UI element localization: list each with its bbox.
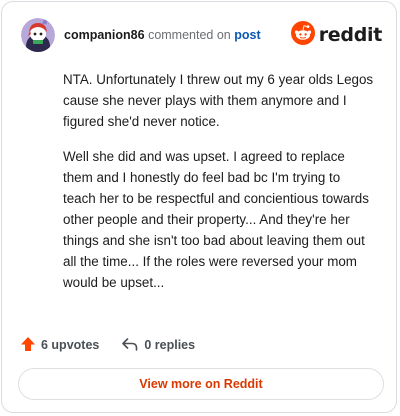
comment-paragraph-2: Well she did and was upset. I agreed to … <box>63 149 369 290</box>
post-link[interactable]: post <box>234 28 260 42</box>
upvote-count: 6 upvotes <box>41 338 100 352</box>
comment-actions: 6 upvotes 0 replies <box>20 335 195 355</box>
view-more-on-reddit-button[interactable]: View more on Reddit <box>18 368 384 400</box>
comment-meta: companion86 commented on post <box>64 29 261 42</box>
avatar[interactable] <box>21 18 55 52</box>
username-link[interactable]: companion86 <box>64 28 145 42</box>
reply-count: 0 replies <box>144 338 196 352</box>
upvote-arrow-icon <box>20 336 41 355</box>
reply-arrow-icon <box>121 336 144 355</box>
upvote-button[interactable]: 6 upvotes <box>20 336 99 355</box>
comment-header: companion86 commented on post reddit <box>21 17 382 53</box>
comment-paragraph-1: NTA. Unfortunately I threw out my 6 year… <box>63 72 374 129</box>
reddit-wordmark: reddit <box>318 24 383 46</box>
reddit-logo[interactable]: reddit <box>290 20 383 50</box>
commented-on-text: commented on <box>148 27 231 42</box>
reddit-snoo-icon <box>290 20 315 50</box>
replies-button[interactable]: 0 replies <box>121 336 195 355</box>
comment-embed-card: companion86 commented on post reddit NTA… <box>1 1 397 413</box>
comment-body: NTA. Unfortunately I threw out my 6 year… <box>63 69 375 307</box>
